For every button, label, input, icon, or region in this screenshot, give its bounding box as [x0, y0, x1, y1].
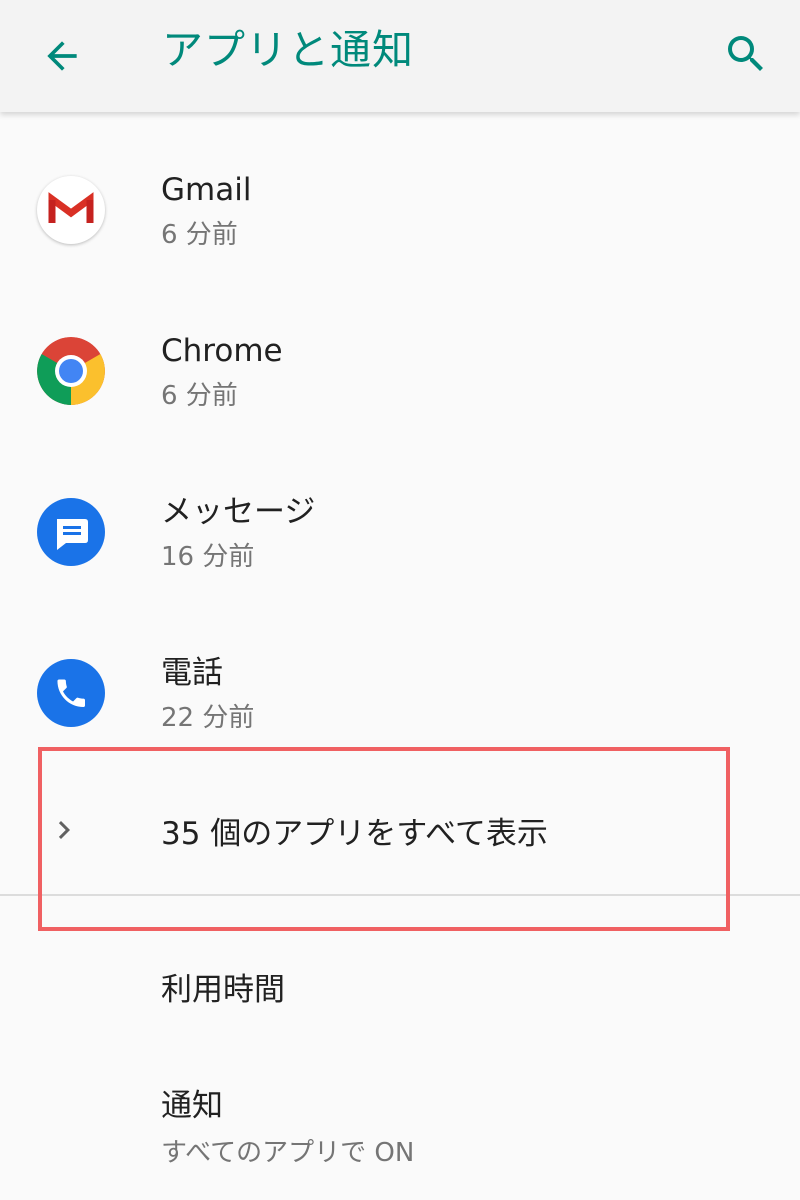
- app-name: Chrome: [161, 333, 283, 369]
- search-button[interactable]: [718, 26, 774, 82]
- screen-time-row[interactable]: 利用時間: [0, 932, 800, 1052]
- back-button[interactable]: [36, 30, 88, 82]
- see-all-apps-row[interactable]: 35 個のアプリをすべて表示: [0, 772, 800, 892]
- arrow-back-icon: [47, 41, 77, 71]
- messages-icon: [37, 498, 105, 566]
- app-last-used: 16 分前: [161, 542, 255, 572]
- settings-list: Gmail 6 分前 Chrome 6 分前 メッセージ 16 分前 電話 22…: [0, 112, 800, 1200]
- search-icon: [728, 36, 763, 71]
- gmail-icon: [37, 176, 105, 244]
- app-row-phone[interactable]: 電話 22 分前: [0, 635, 800, 775]
- chrome-icon: [37, 337, 105, 405]
- notifications-label: 通知: [161, 1088, 223, 1124]
- see-all-apps-label: 35 個のアプリをすべて表示: [161, 816, 548, 852]
- app-bar: アプリと通知: [0, 0, 800, 112]
- divider: [0, 894, 800, 896]
- app-name: 電話: [161, 655, 223, 691]
- app-name: Gmail: [161, 172, 252, 208]
- notifications-row[interactable]: 通知 すべてのアプリで ON: [0, 1062, 800, 1200]
- app-row-messages[interactable]: メッセージ 16 分前: [0, 474, 800, 614]
- app-row-gmail[interactable]: Gmail 6 分前: [0, 152, 800, 292]
- phone-icon: [37, 659, 105, 727]
- screen-time-label: 利用時間: [161, 972, 285, 1008]
- app-name: メッセージ: [161, 494, 316, 530]
- notifications-summary: すべてのアプリで ON: [161, 1138, 415, 1168]
- app-last-used: 6 分前: [161, 220, 238, 250]
- page-title: アプリと通知: [162, 26, 414, 74]
- app-last-used: 22 分前: [161, 703, 255, 733]
- app-row-chrome[interactable]: Chrome 6 分前: [0, 313, 800, 453]
- chevron-right-icon: [46, 812, 82, 848]
- app-last-used: 6 分前: [161, 381, 238, 411]
